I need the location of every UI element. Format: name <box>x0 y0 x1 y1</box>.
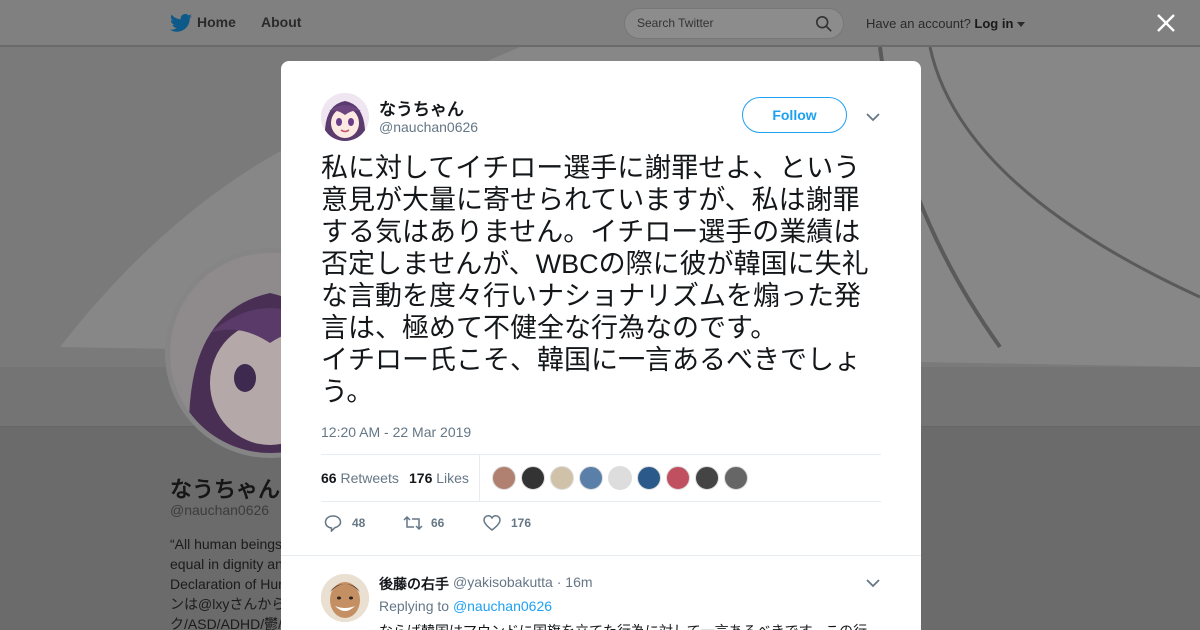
retweet-icon <box>403 515 423 531</box>
liker-avatar[interactable] <box>521 466 545 490</box>
profile-bio: “All human beings equal in dignity an De… <box>170 534 282 630</box>
retweets-stat[interactable]: 66 Retweets <box>321 470 399 486</box>
liker-avatar[interactable] <box>666 466 690 490</box>
reply-count: 48 <box>352 516 366 530</box>
account-prompt: Have an account? Log in <box>866 16 1026 31</box>
replying-to-link[interactable]: @nauchan0626 <box>453 598 552 614</box>
heart-icon <box>483 515 501 531</box>
author-avatar[interactable] <box>321 93 369 141</box>
top-navigation-bar: Home About Search Twitter Have an accoun… <box>0 0 1200 46</box>
liker-avatar[interactable] <box>608 466 632 490</box>
liker-avatar[interactable] <box>492 466 516 490</box>
like-count: 176 <box>511 516 532 530</box>
likes-stat[interactable]: 176 Likes <box>409 470 469 486</box>
search-icon[interactable] <box>815 15 833 33</box>
stats-divider <box>479 455 480 501</box>
reply-author-avatar[interactable] <box>321 574 369 622</box>
login-link[interactable]: Log in <box>974 16 1013 31</box>
bio-line: “All human beings <box>170 536 282 552</box>
caret-down-icon[interactable] <box>1017 22 1026 28</box>
profile-handle: @nauchan0626 <box>170 502 270 518</box>
profile-name: なうちゃん <box>170 477 281 502</box>
author-name[interactable]: なうちゃん <box>379 95 464 120</box>
likes-count: 176 <box>409 470 433 486</box>
bio-line: Declaration of Hum <box>170 576 282 592</box>
account-prompt-text: Have an account? <box>866 16 971 31</box>
liker-avatar[interactable] <box>550 466 574 490</box>
liker-avatar[interactable] <box>724 466 748 490</box>
bio-line: ク/ASD/ADHD/鬱/ <box>170 616 282 630</box>
replying-to-prefix: Replying to <box>379 598 450 614</box>
reply-author-handle[interactable]: @yakisobakutta <box>453 574 553 590</box>
retweets-label: Retweets <box>340 470 399 486</box>
reply-author-name[interactable]: 後藤の右手 <box>379 574 449 594</box>
reply-meta: @yakisobakutta · 16m <box>453 574 593 590</box>
tweet-text: 私に対してイチロー選手に謝罪せよ、という意見が大量に寄せられていますが、私は謝罪… <box>321 153 869 407</box>
bio-line: equal in dignity an <box>170 556 282 572</box>
liker-avatar[interactable] <box>695 466 719 490</box>
reply-icon <box>324 515 342 532</box>
retweet-count: 66 <box>431 516 445 530</box>
bio-line: ンは@lxyさんから <box>170 596 282 612</box>
nav-home-link[interactable]: Home <box>197 14 236 30</box>
nav-about-link[interactable]: About <box>261 14 301 30</box>
reply-text: ならば韓国はマウンドに国旗を立てた行為に対して一言あるべきです。この行 <box>379 621 879 630</box>
replying-to: Replying to @nauchan0626 <box>379 598 552 614</box>
search-input[interactable]: Search Twitter <box>624 8 844 39</box>
search-placeholder: Search Twitter <box>637 16 714 30</box>
reply-dot-separator: · <box>556 574 566 590</box>
liker-avatar[interactable] <box>579 466 603 490</box>
tweet-permalink-modal: なうちゃん @nauchan0626 Follow 私に対してイチロー選手に謝罪… <box>281 61 921 630</box>
tweet-stats: 66 Retweets 176 Likes <box>321 454 881 502</box>
close-icon[interactable] <box>1156 13 1176 33</box>
follow-button[interactable]: Follow <box>742 97 847 133</box>
retweets-count: 66 <box>321 470 337 486</box>
chevron-down-icon[interactable] <box>866 112 880 122</box>
author-handle[interactable]: @nauchan0626 <box>379 119 478 135</box>
liker-avatar[interactable] <box>637 466 661 490</box>
reply-divider <box>281 555 921 556</box>
tweet-timestamp[interactable]: 12:20 AM - 22 Mar 2019 <box>321 424 471 440</box>
reply-age[interactable]: 16m <box>565 574 592 590</box>
tweet-actions: 48 66 176 <box>321 513 881 537</box>
chevron-down-icon[interactable] <box>866 578 880 588</box>
likes-label: Likes <box>436 470 469 486</box>
twitter-bird-icon[interactable] <box>170 13 192 33</box>
